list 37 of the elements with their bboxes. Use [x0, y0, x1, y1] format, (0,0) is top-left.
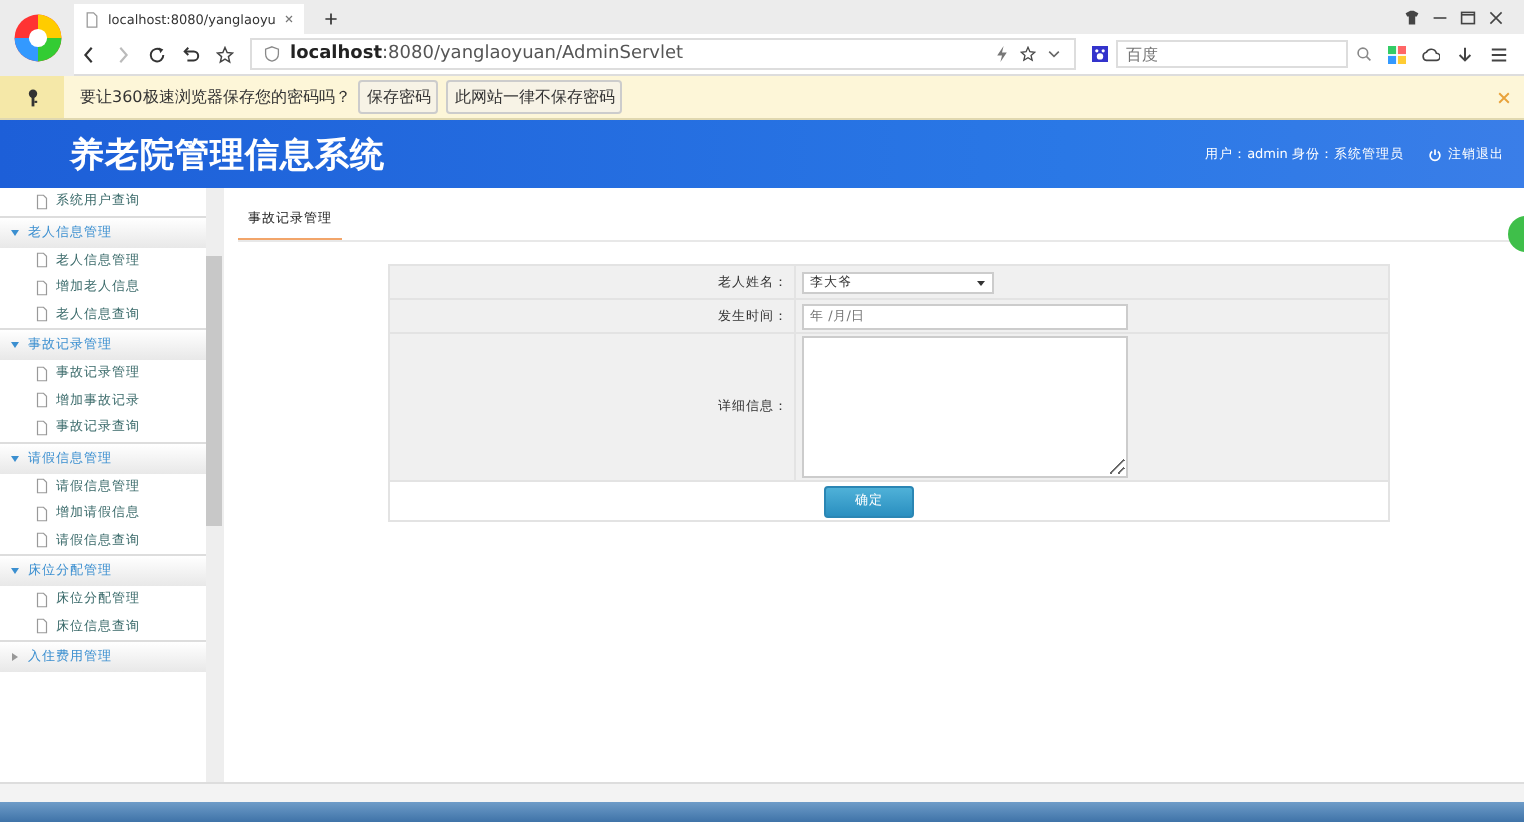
search-icon[interactable]	[1356, 46, 1372, 62]
apps-icon[interactable]	[1388, 45, 1406, 63]
star-icon[interactable]	[216, 45, 234, 63]
password-option-button[interactable]: 此网站一律不保存密码	[446, 80, 623, 114]
triangle-icon	[10, 227, 20, 237]
password-option-button[interactable]: 保存密码	[358, 80, 439, 114]
shirt-icon[interactable]	[1404, 10, 1420, 26]
triangle-icon	[10, 453, 20, 463]
caret-icon	[976, 277, 986, 287]
menu-icon[interactable]	[1490, 45, 1508, 63]
triangle-icon	[10, 652, 20, 662]
undo-icon[interactable]	[182, 45, 200, 63]
triangle-icon	[10, 566, 20, 576]
search-field[interactable]: 百度	[1116, 40, 1348, 68]
chevron-down-icon[interactable]	[1046, 46, 1062, 62]
new-tab-icon[interactable]	[324, 12, 338, 26]
system-title: 养老院管理信息系统	[70, 133, 385, 177]
maximize-icon[interactable]	[1460, 10, 1476, 26]
cloud-icon[interactable]	[1422, 45, 1440, 63]
star-icon[interactable]	[1020, 46, 1036, 62]
close-tab-icon[interactable]	[284, 14, 294, 24]
page-icon	[84, 11, 100, 27]
scrollbar[interactable]	[206, 188, 222, 782]
close-icon[interactable]	[1488, 10, 1504, 26]
triangle-icon	[10, 340, 20, 350]
shield-icon	[264, 46, 280, 62]
reload-icon[interactable]	[148, 45, 166, 63]
paw-icon	[1092, 46, 1108, 62]
document-icon	[36, 193, 48, 210]
download-icon[interactable]	[1456, 45, 1474, 63]
power-icon	[1428, 147, 1442, 161]
key-icon	[25, 87, 39, 107]
save-password-prompt: 要让360极速浏览器保存您的密码吗？	[80, 86, 351, 108]
browser-logo-icon[interactable]	[11, 12, 63, 64]
address-bar[interactable]: localhost:8080/yanglaoyuan/AdminServlet	[250, 38, 1076, 70]
lightning-icon[interactable]	[994, 46, 1010, 62]
back-icon[interactable]	[80, 45, 98, 63]
